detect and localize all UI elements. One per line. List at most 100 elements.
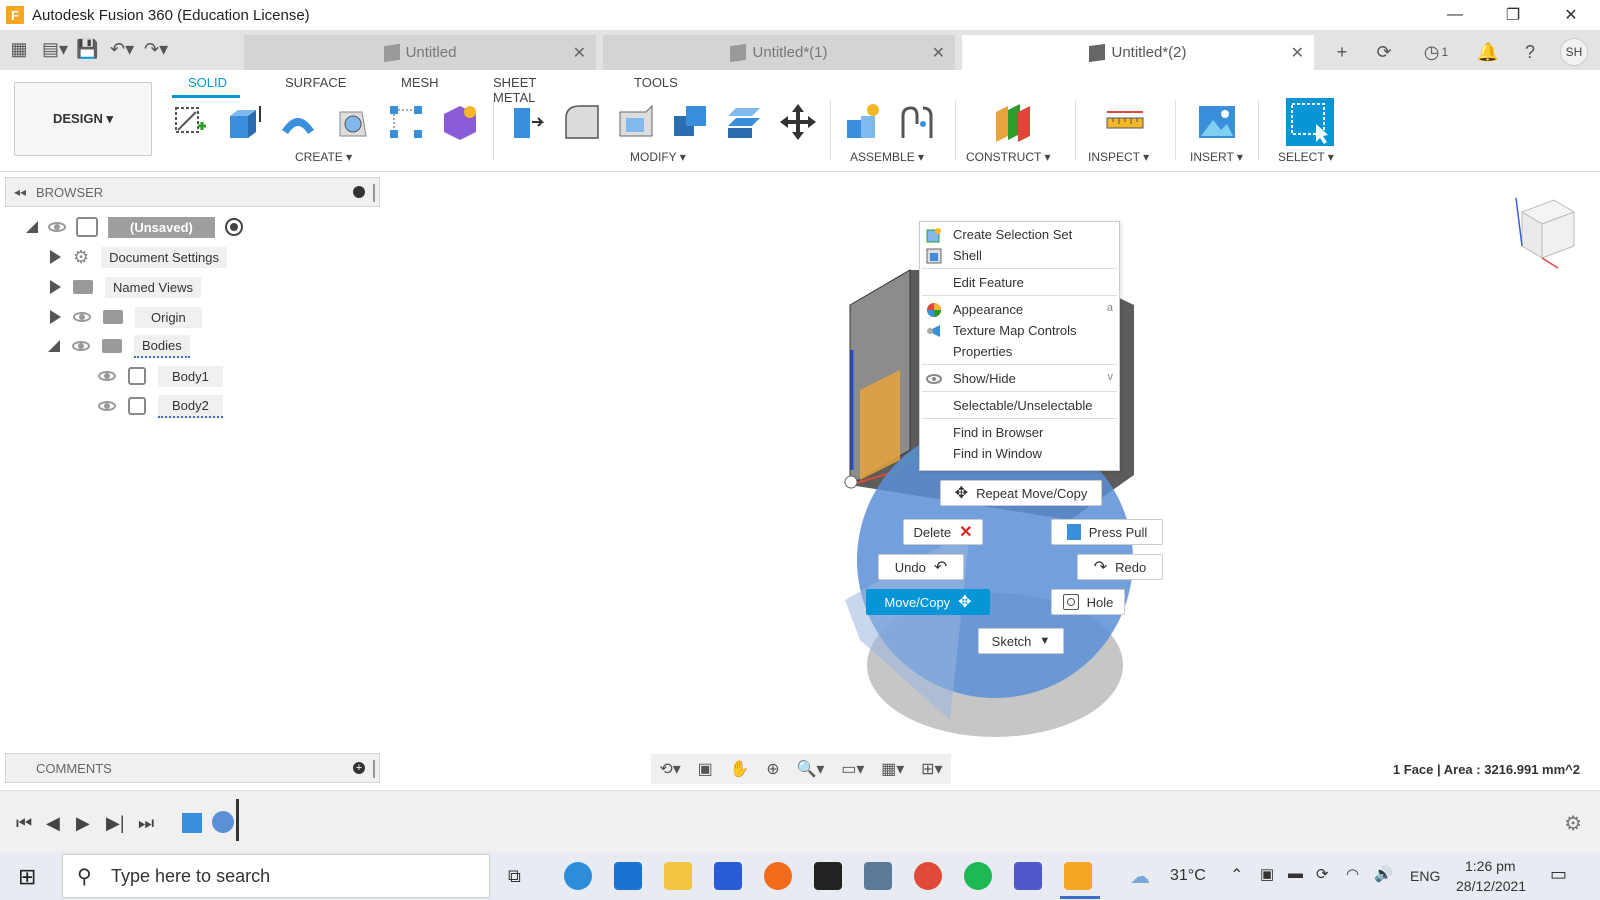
- comments-panel-header[interactable]: COMMENTS +: [5, 753, 380, 783]
- notifications-icon[interactable]: 🔔: [1476, 40, 1500, 64]
- tree-item-body1[interactable]: Body1: [98, 364, 223, 388]
- menu-edit-feature[interactable]: Edit Feature: [953, 275, 1024, 290]
- activate-radio-icon[interactable]: [224, 218, 243, 236]
- save-icon[interactable]: 💾: [76, 38, 98, 60]
- assemble-menu[interactable]: ASSEMBLE ▾: [850, 150, 924, 164]
- go-to-start-icon[interactable]: ⏮: [16, 813, 32, 834]
- new-tab-icon[interactable]: +: [1330, 40, 1354, 64]
- microsoft-store-icon[interactable]: [714, 862, 742, 890]
- visibility-eye-icon[interactable]: [73, 312, 91, 322]
- job-status-icon[interactable]: ◷ 1: [1414, 40, 1458, 64]
- undo-button[interactable]: Undo ↶: [878, 554, 964, 580]
- expanded-arrow-icon[interactable]: [48, 340, 60, 352]
- tab-close-icon[interactable]: ✕: [932, 43, 945, 63]
- construct-menu[interactable]: CONSTRUCT ▾: [966, 150, 1050, 164]
- tree-item-origin[interactable]: Origin: [50, 305, 202, 329]
- battery-icon[interactable]: ▬: [1288, 865, 1303, 882]
- insert-image-icon[interactable]: [1197, 102, 1237, 142]
- go-to-end-icon[interactable]: ⏭: [138, 813, 154, 834]
- step-forward-icon[interactable]: ▶|: [106, 813, 125, 834]
- tab-untitled[interactable]: Untitled ✕: [244, 35, 596, 70]
- root-component-label[interactable]: (Unsaved): [108, 216, 215, 238]
- play-icon[interactable]: ▶: [76, 813, 90, 834]
- offset-face-icon[interactable]: [724, 102, 764, 142]
- delete-button[interactable]: Delete ✕: [903, 519, 983, 545]
- help-icon[interactable]: ?: [1518, 40, 1542, 64]
- menu-find-in-window[interactable]: Find in Window: [953, 446, 1042, 461]
- tab-tools[interactable]: TOOLS: [634, 75, 678, 90]
- measure-icon[interactable]: [1105, 102, 1145, 142]
- file-explorer-icon[interactable]: [664, 862, 692, 890]
- visibility-eye-icon[interactable]: [98, 371, 116, 381]
- file-menu-icon[interactable]: ▤▾: [42, 38, 68, 60]
- tab-close-icon[interactable]: ✕: [1291, 43, 1304, 63]
- notification-center-icon[interactable]: ▭: [1550, 864, 1567, 885]
- create-sketch-icon[interactable]: [170, 102, 210, 142]
- menu-find-in-browser[interactable]: Find in Browser: [953, 425, 1043, 440]
- menu-create-selection-set[interactable]: Create Selection Set: [953, 227, 1072, 242]
- tab-mesh[interactable]: MESH: [401, 75, 439, 90]
- minimize-button[interactable]: —: [1426, 0, 1484, 30]
- volume-icon[interactable]: 🔊: [1374, 865, 1393, 883]
- collapsed-arrow-icon[interactable]: [50, 250, 61, 264]
- menu-texture-map-controls[interactable]: Texture Map Controls: [953, 323, 1077, 338]
- menu-shell[interactable]: Shell: [953, 248, 982, 263]
- redo-icon[interactable]: ↷▾: [144, 38, 168, 60]
- tree-item-named-views[interactable]: Named Views: [50, 275, 201, 299]
- repeat-move-copy-button[interactable]: ✥ Repeat Move/Copy: [940, 480, 1102, 506]
- restore-button[interactable]: ❐: [1484, 0, 1542, 30]
- look-at-icon[interactable]: ▣: [698, 759, 713, 779]
- mail-icon[interactable]: [614, 862, 642, 890]
- tab-close-icon[interactable]: ✕: [573, 43, 586, 63]
- insert-menu[interactable]: INSERT ▾: [1190, 150, 1243, 164]
- combine-icon[interactable]: [670, 102, 710, 142]
- temperature[interactable]: 31°C: [1170, 867, 1206, 885]
- tab-untitled-2[interactable]: Untitled*(2) ✕: [962, 35, 1314, 70]
- tree-item-bodies[interactable]: Bodies: [48, 334, 190, 358]
- panel-grip-icon[interactable]: [373, 184, 375, 202]
- create-menu[interactable]: CREATE ▾: [295, 150, 352, 164]
- menu-appearance[interactable]: Appearance: [953, 302, 1023, 317]
- tray-expand-icon[interactable]: ⌃: [1230, 865, 1243, 885]
- expanded-arrow-icon[interactable]: [26, 221, 38, 233]
- tray-app-icon[interactable]: ▣: [1260, 865, 1274, 883]
- joint-icon[interactable]: [897, 102, 937, 142]
- move-copy-button[interactable]: Move/Copy ✥: [866, 589, 990, 615]
- orbit-icon[interactable]: ⟲▾: [659, 759, 680, 779]
- tab-surface[interactable]: SURFACE: [285, 75, 346, 90]
- menu-show-hide[interactable]: Show/Hide: [953, 371, 1016, 386]
- display-settings-icon[interactable]: ▭▾: [841, 759, 864, 779]
- extrude-icon[interactable]: [224, 102, 264, 142]
- undo-icon[interactable]: ↶▾: [110, 38, 134, 60]
- fillet-icon[interactable]: [562, 102, 602, 142]
- offset-plane-icon[interactable]: [992, 102, 1032, 142]
- timeline-settings-gear-icon[interactable]: ⚙: [1564, 811, 1582, 836]
- extensions-icon[interactable]: ⟳: [1372, 40, 1396, 64]
- pan-icon[interactable]: ✋: [730, 759, 750, 779]
- avatar[interactable]: SH: [1560, 38, 1588, 66]
- zoom-window-icon[interactable]: ⊕: [766, 759, 779, 779]
- pattern-icon[interactable]: [386, 102, 426, 142]
- sketch-button[interactable]: Sketch ▼: [978, 628, 1064, 654]
- weather-cloud-icon[interactable]: ☁: [1130, 864, 1150, 889]
- revolve-icon[interactable]: [278, 102, 318, 142]
- redo-button[interactable]: ↷ Redo: [1077, 554, 1163, 580]
- collapsed-arrow-icon[interactable]: [50, 280, 61, 294]
- clock-date[interactable]: 28/12/2021: [1456, 878, 1526, 894]
- timeline-marker[interactable]: [236, 799, 239, 841]
- tab-untitled-1[interactable]: Untitled*(1) ✕: [603, 35, 955, 70]
- collapsed-arrow-icon[interactable]: [50, 310, 61, 324]
- timeline-feature-body-icon[interactable]: [182, 813, 202, 833]
- app-grid-icon[interactable]: ▦: [8, 38, 30, 60]
- collapse-panel-icon[interactable]: ◂◂: [14, 185, 26, 199]
- form-icon[interactable]: [440, 102, 480, 142]
- menu-properties[interactable]: Properties: [953, 344, 1012, 359]
- menu-selectable-unselectable[interactable]: Selectable/Unselectable: [953, 398, 1092, 413]
- select-menu[interactable]: SELECT ▾: [1278, 150, 1334, 164]
- teams-icon[interactable]: [1014, 862, 1042, 890]
- tree-root-row[interactable]: (Unsaved): [26, 215, 243, 239]
- hole-tool-icon[interactable]: [332, 102, 372, 142]
- browser-panel-header[interactable]: ◂◂ BROWSER: [5, 177, 380, 207]
- tree-item-body2[interactable]: Body2: [98, 394, 223, 418]
- close-button[interactable]: ✕: [1542, 0, 1600, 30]
